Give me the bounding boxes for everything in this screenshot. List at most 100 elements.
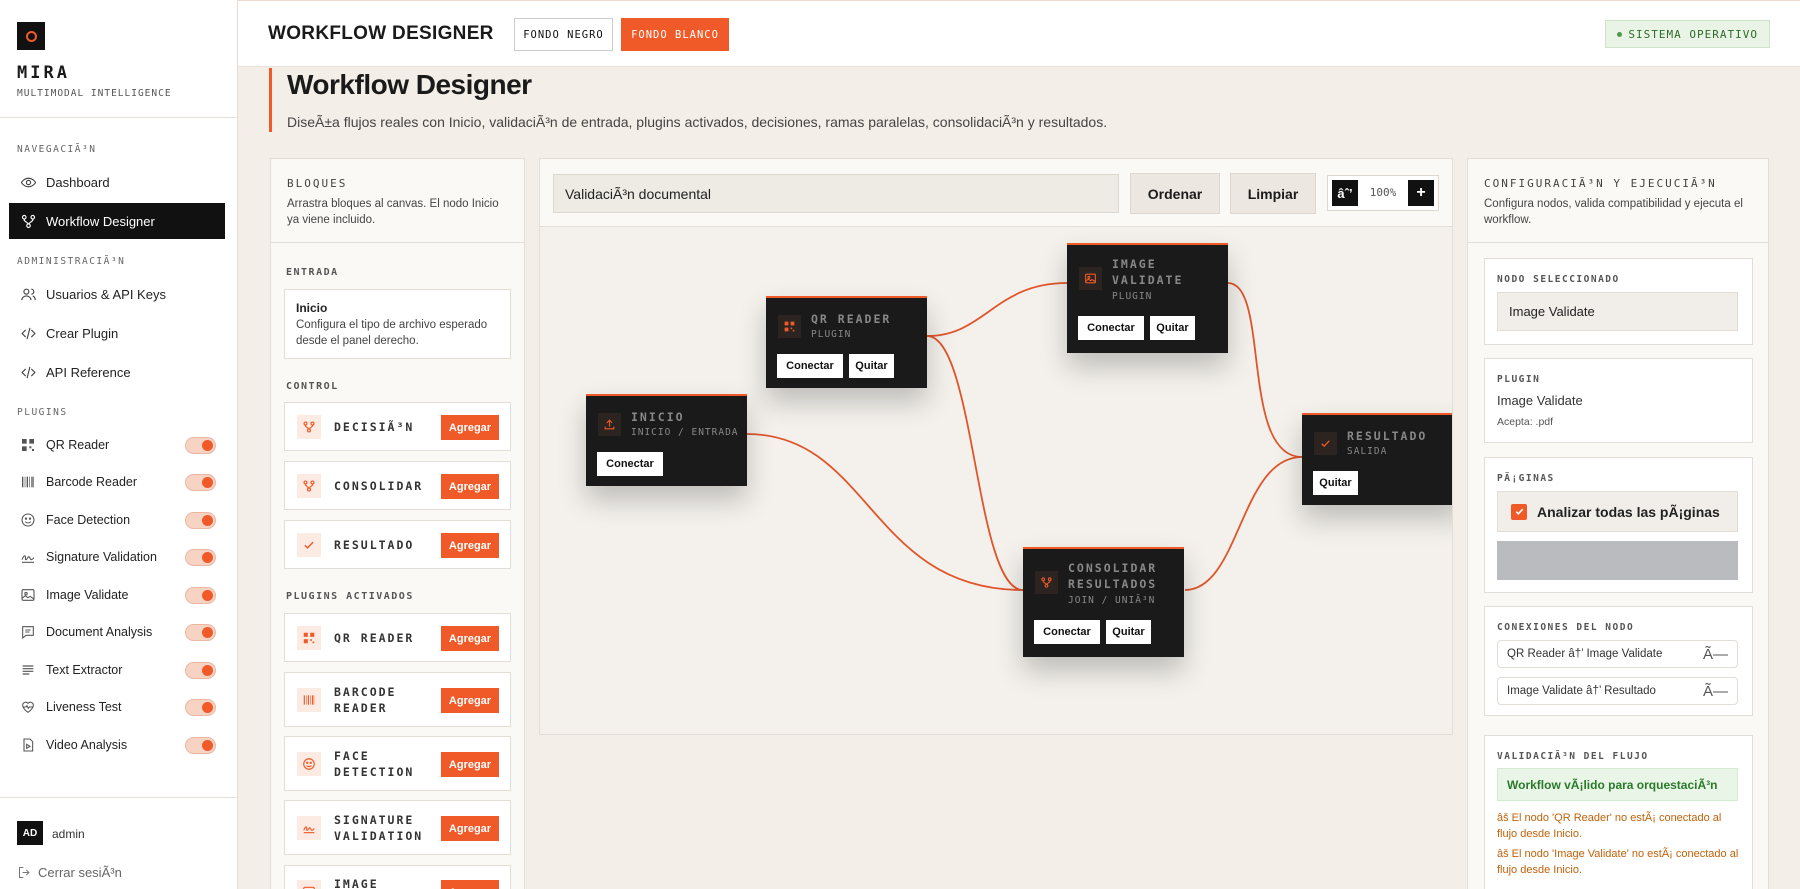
node-consolidar[interactable]: CONSOLIDAR RESULTADOS JOIN / UNIÃ³N Cone… — [1023, 547, 1184, 657]
plugin-toggle[interactable] — [185, 661, 216, 679]
plugin-row-face-detection[interactable]: Face Detection — [20, 508, 216, 532]
add-resultado-button[interactable]: Agregar — [441, 533, 499, 558]
plugin-toggle[interactable] — [185, 736, 216, 754]
users-icon — [21, 288, 36, 300]
block-consolidar[interactable]: CONSOLIDAR Agregar — [284, 461, 511, 510]
add-signature-validation-button[interactable]: Agregar — [441, 816, 499, 841]
block-decision[interactable]: DECISIÃ³N Agregar — [284, 402, 511, 451]
add-consolidar-button[interactable]: Agregar — [441, 474, 499, 499]
node-title: QR READER — [811, 312, 892, 326]
selected-node-label: NODO SELECCIONADO — [1497, 274, 1620, 285]
remove-connection-icon[interactable]: Ã— — [1703, 646, 1728, 663]
node-subtitle: SALIDA — [1347, 446, 1388, 457]
plugin-toggle[interactable] — [185, 511, 216, 529]
zoom-out-button[interactable]: âˆ’ — [1332, 180, 1358, 206]
document-icon — [22, 626, 34, 640]
remove-connection-icon[interactable]: Ã— — [1703, 683, 1728, 700]
sidebar-divider — [0, 797, 238, 798]
group-label-plugins: PLUGINS ACTIVADOS — [286, 591, 414, 602]
node-connections-card: CONEXIONES DEL NODO QR Reader â†’ Image … — [1484, 606, 1753, 716]
validation-label: VALIDACIÃ³N DEL FLUJO — [1497, 751, 1649, 762]
plugin-row-video-analysis[interactable]: Video Analysis — [20, 733, 216, 757]
barcode-icon — [297, 688, 321, 712]
zoom-control: âˆ’ 100% + — [1327, 175, 1439, 211]
connect-button[interactable]: Conectar — [777, 354, 843, 378]
connect-button[interactable]: Conectar — [597, 452, 663, 476]
workflow-icon — [21, 214, 36, 228]
merge-icon — [1035, 571, 1058, 594]
plugin-toggle[interactable] — [185, 586, 216, 604]
node-subtitle: PLUGIN — [1112, 291, 1153, 302]
validation-warning: âš El nodo 'Image Validate' no estÃ¡ con… — [1497, 848, 1739, 876]
plugin-row-signature-validation[interactable]: Signature Validation — [20, 545, 216, 569]
qr-icon — [22, 439, 34, 451]
block-barcode-reader[interactable]: BARCODE READER Agregar — [284, 672, 511, 727]
block-image-validate[interactable]: IMAGE Agregar — [284, 865, 511, 889]
block-qr-reader[interactable]: QR READER Agregar — [284, 613, 511, 662]
plugin-toggle[interactable] — [185, 548, 216, 566]
node-qr-reader[interactable]: QR READER PLUGIN Conectar Quitar — [766, 296, 927, 388]
nav-item-label: Usuarios & API Keys — [46, 286, 166, 302]
theme-light-button[interactable]: FONDO BLANCO — [621, 18, 729, 51]
node-resultado[interactable]: RESULTADO SALIDA Quitar — [1302, 413, 1452, 505]
add-image-validate-button[interactable]: Agregar — [441, 880, 499, 889]
plugin-row-image-validate[interactable]: Image Validate — [20, 583, 216, 607]
code-icon — [21, 366, 36, 378]
all-pages-checkbox-label: Analizar todas las pÃ¡ginas — [1537, 503, 1720, 520]
node-inicio[interactable]: INICIO INICIO / ENTRADA Conectar — [586, 394, 747, 486]
plugin-toggle[interactable] — [185, 436, 216, 454]
page-subtitle: DiseÃ±a flujos reales con Inicio, valida… — [287, 114, 1108, 130]
plugin-row-liveness-test[interactable]: Liveness Test — [20, 695, 216, 719]
block-inicio[interactable]: Inicio Configura el tipo de archivo espe… — [284, 289, 511, 359]
order-button[interactable]: Ordenar — [1130, 173, 1220, 214]
connect-button[interactable]: Conectar — [1034, 620, 1100, 644]
nav-item-workflow-designer[interactable]: Workflow Designer — [9, 203, 225, 239]
panel-divider — [1468, 242, 1768, 243]
group-label-control: CONTROL — [286, 381, 339, 392]
add-decision-button[interactable]: Agregar — [441, 415, 499, 440]
plugin-row-document-analysis[interactable]: Document Analysis — [20, 620, 216, 644]
remove-button[interactable]: Quitar — [1313, 471, 1358, 495]
node-subtitle: JOIN / UNIÃ³N — [1068, 595, 1156, 606]
add-face-detection-button[interactable]: Agregar — [441, 752, 499, 777]
block-face-detection[interactable]: FACE DETECTION Agregar — [284, 736, 511, 791]
plugin-label: Text Extractor — [46, 663, 123, 677]
theme-dark-button[interactable]: FONDO NEGRO — [514, 18, 613, 51]
logout-link[interactable]: Cerrar sesiÃ³n — [17, 865, 122, 880]
nav-item-dashboard[interactable]: Dashboard — [9, 164, 225, 200]
sidebar-divider — [0, 117, 238, 118]
node-title: CONSOLIDAR RESULTADOS — [1068, 561, 1158, 591]
qr-icon — [778, 315, 801, 338]
page-range-field[interactable] — [1497, 541, 1738, 580]
zoom-in-button[interactable]: + — [1408, 180, 1434, 206]
remove-button[interactable]: Quitar — [1106, 620, 1151, 644]
plugin-row-text-extractor[interactable]: Text Extractor — [20, 658, 216, 682]
plugin-toggle[interactable] — [185, 698, 216, 716]
plugin-toggle[interactable] — [185, 623, 216, 641]
plugin-name: Image Validate — [1497, 393, 1583, 408]
node-image-validate[interactable]: IMAGE VALIDATE PLUGIN Conectar Quitar — [1067, 243, 1228, 353]
nav-item-api-reference[interactable]: API Reference — [9, 354, 225, 390]
plugin-toggle[interactable] — [185, 473, 216, 491]
block-inicio-description: Configura el tipo de archivo esperado de… — [296, 319, 488, 347]
block-resultado[interactable]: RESULTADO Agregar — [284, 520, 511, 569]
add-qr-reader-button[interactable]: Agregar — [441, 626, 499, 651]
plugin-row-barcode-reader[interactable]: Barcode Reader — [20, 470, 216, 494]
selected-node-field[interactable]: Image Validate — [1497, 292, 1738, 331]
connect-button[interactable]: Conectar — [1078, 316, 1144, 340]
nav-item-users[interactable]: Usuarios & API Keys — [9, 276, 225, 312]
nav-item-create-plugin[interactable]: Crear Plugin — [9, 315, 225, 351]
zoom-level: 100% — [1369, 186, 1397, 199]
checkbox-checked-icon[interactable] — [1511, 503, 1527, 520]
clear-button[interactable]: Limpiar — [1230, 173, 1316, 214]
plugin-row-qr-reader[interactable]: QR Reader — [20, 433, 216, 457]
workflow-canvas[interactable]: INICIO INICIO / ENTRADA Conectar QR READ… — [540, 227, 1452, 734]
face-icon — [297, 752, 321, 776]
workflow-name-input[interactable]: ValidaciÃ³n documental — [553, 174, 1119, 213]
all-pages-checkbox-row[interactable]: Analizar todas las pÃ¡ginas — [1497, 491, 1738, 532]
section-administration: ADMINISTRACIÃ³N — [17, 256, 126, 267]
block-signature-validation[interactable]: SIGNATURE VALIDATION Agregar — [284, 800, 511, 855]
remove-button[interactable]: Quitar — [849, 354, 894, 378]
remove-button[interactable]: Quitar — [1150, 316, 1195, 340]
add-barcode-reader-button[interactable]: Agregar — [441, 688, 499, 713]
